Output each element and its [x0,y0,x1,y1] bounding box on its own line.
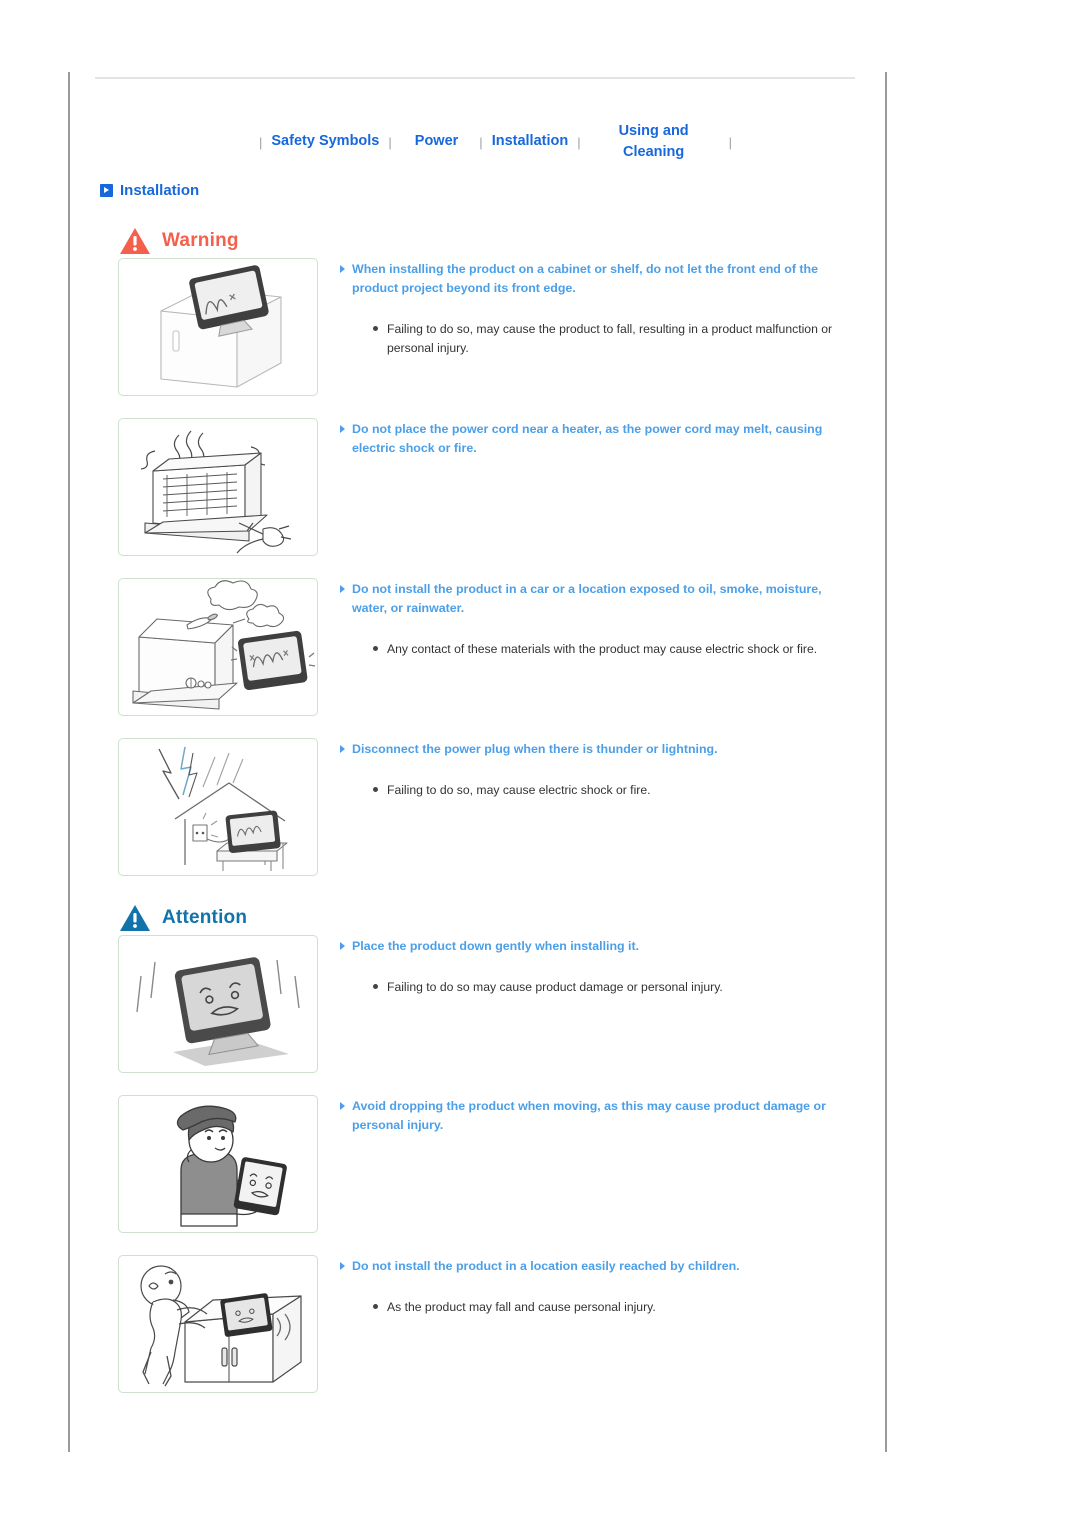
monitor-on-cabinet-edge-illustration [118,258,318,396]
safety-item-heading-row: Disconnect the power plug when there is … [340,740,858,759]
dot-bullet-icon [373,1304,378,1310]
smoke-moisture-machine-illustration [118,578,318,716]
nav-separator: | [259,134,263,150]
safety-item-heading-row: When installing the product on a cabinet… [340,260,858,298]
safety-item-heading: When installing the product on a cabinet… [352,262,819,296]
nav-separator: | [728,134,733,150]
triangle-bullet-icon [340,1102,345,1110]
right-border-rule [885,72,887,1452]
safety-item-detail: Failing to do so may cause product damag… [387,980,723,995]
triangle-bullet-icon [340,585,345,593]
safety-item-text: When installing the product on a cabinet… [340,260,858,358]
safety-item-text: Disconnect the power plug when there is … [340,740,858,800]
top-navigation: | Safety Symbols | Power | Installation … [250,118,870,166]
safety-item-detail: Failing to do so, may cause electric sho… [387,783,651,798]
person-carrying-monitor-illustration [118,1095,318,1233]
left-border-rule [68,72,70,1452]
safety-item-text: Place the product down gently when insta… [340,937,858,997]
warning-banner: Warning [118,226,239,256]
safety-item-heading-row: Do not install the product in a location… [340,1257,858,1276]
safety-item-detail-row: Failing to do so, may cause the product … [373,320,858,358]
safety-item-heading: Do not place the power cord near a heate… [352,422,823,456]
safety-item-heading: Do not install the product in a car or a… [352,582,822,616]
safety-item-heading-row: Place the product down gently when insta… [340,937,858,956]
manual-page: | Safety Symbols | Power | Installation … [0,0,1080,1527]
dot-bullet-icon [373,984,378,990]
nav-link-using-and-cleaning[interactable]: Using and Cleaning [602,121,706,163]
page-title: Installation [120,182,200,199]
triangle-bullet-icon [340,745,345,753]
triangle-bullet-icon [340,1262,345,1270]
safety-item-heading: Place the product down gently when insta… [352,939,640,953]
nav-separator: | [577,134,581,150]
safety-item-heading-row: Do not install the product in a car or a… [340,580,858,618]
safety-item-detail-row: Failing to do so may cause product damag… [373,978,858,997]
dot-bullet-icon [373,646,378,652]
safety-item-detail-row: Any contact of these materials with the … [373,640,858,659]
nav-link-power[interactable]: Power [415,131,459,153]
nav-separator: | [479,134,483,150]
safety-item-heading: Avoid dropping the product when moving, … [352,1099,826,1133]
heater-with-power-cord-illustration [118,418,318,556]
top-divider-rule [95,77,855,79]
safety-item-text: Avoid dropping the product when moving, … [340,1097,858,1135]
lightning-over-house-illustration [118,738,318,876]
dot-bullet-icon [373,787,378,793]
nav-link-installation[interactable]: Installation [492,131,569,153]
safety-item-detail-row: Failing to do so, may cause electric sho… [373,781,858,800]
safety-item-detail: Failing to do so, may cause the product … [387,322,833,356]
triangle-bullet-icon [340,265,345,273]
warning-triangle-icon [118,226,152,256]
triangle-bullet-icon [340,425,345,433]
safety-item-text: Do not install the product in a location… [340,1257,858,1317]
dot-bullet-icon [373,326,378,332]
attention-label: Attention [162,907,248,928]
safety-item-heading-row: Avoid dropping the product when moving, … [340,1097,858,1135]
safety-item-heading: Do not install the product in a location… [352,1259,740,1273]
safety-item-detail: Any contact of these materials with the … [387,642,818,657]
section-heading: Installation [100,182,199,199]
child-reaching-monitor-illustration [118,1255,318,1393]
safety-item-heading-row: Do not place the power cord near a heate… [340,420,858,458]
safety-item-heading: Disconnect the power plug when there is … [352,742,718,756]
warning-label: Warning [162,230,239,251]
monitor-dropped-illustration [118,935,318,1073]
arrow-square-icon [100,184,113,197]
safety-item-detail: As the product may fall and cause person… [387,1300,656,1315]
triangle-bullet-icon [340,942,345,950]
safety-item-detail-row: As the product may fall and cause person… [373,1298,858,1317]
nav-separator: | [388,134,392,150]
attention-banner: Attention [118,903,247,933]
nav-link-safety-symbols[interactable]: Safety Symbols [271,131,379,153]
safety-item-text: Do not place the power cord near a heate… [340,420,858,458]
attention-triangle-icon [118,903,152,933]
safety-item-text: Do not install the product in a car or a… [340,580,858,659]
